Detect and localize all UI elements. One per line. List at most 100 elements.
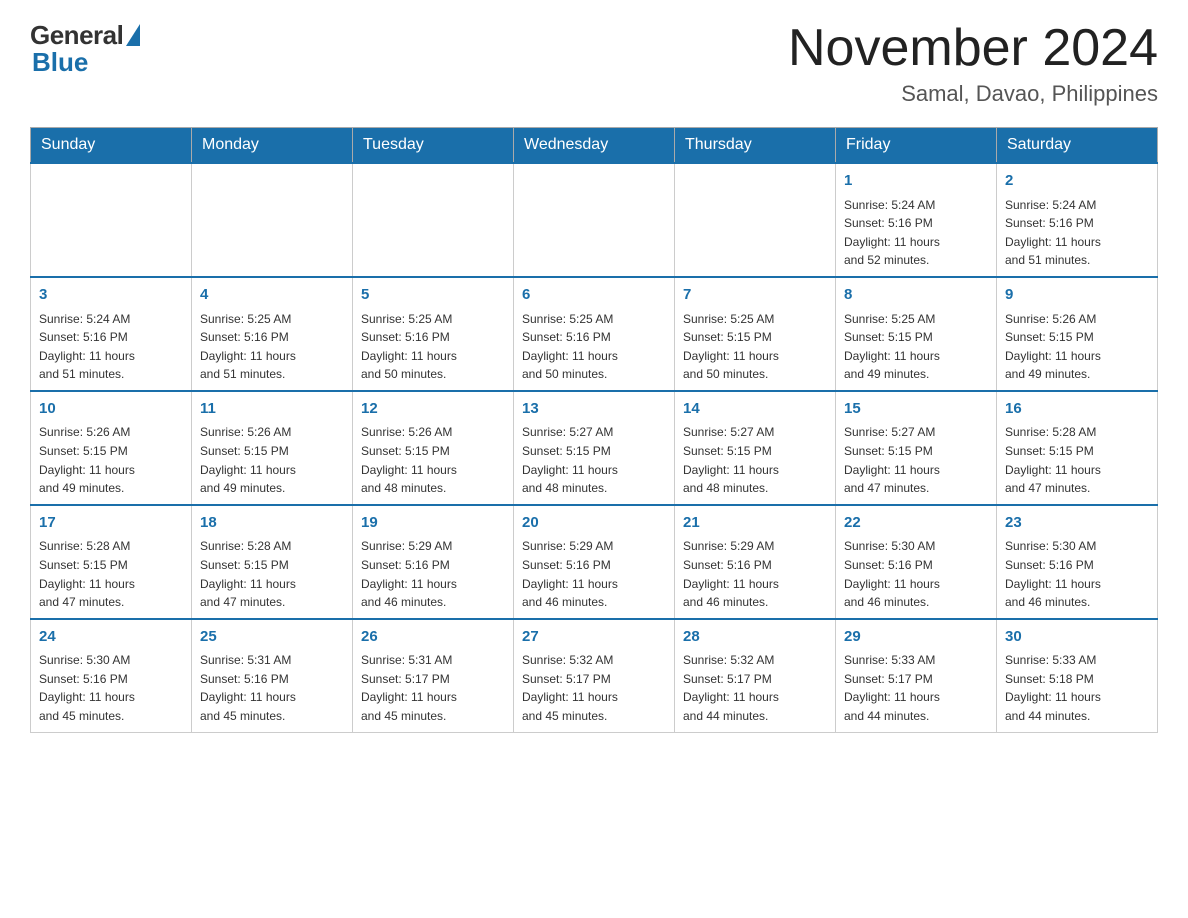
calendar-cell: 23Sunrise: 5:30 AMSunset: 5:16 PMDayligh… bbox=[997, 505, 1158, 619]
day-number: 27 bbox=[522, 626, 666, 649]
calendar-cell: 7Sunrise: 5:25 AMSunset: 5:15 PMDaylight… bbox=[675, 277, 836, 391]
day-sun-info: Sunrise: 5:28 AMSunset: 5:15 PMDaylight:… bbox=[200, 537, 344, 611]
day-sun-info: Sunrise: 5:27 AMSunset: 5:15 PMDaylight:… bbox=[522, 423, 666, 497]
calendar-cell: 26Sunrise: 5:31 AMSunset: 5:17 PMDayligh… bbox=[353, 619, 514, 732]
calendar-weekday-monday: Monday bbox=[192, 128, 353, 164]
day-number: 4 bbox=[200, 284, 344, 307]
calendar-cell bbox=[514, 163, 675, 277]
day-number: 24 bbox=[39, 626, 183, 649]
calendar-cell: 22Sunrise: 5:30 AMSunset: 5:16 PMDayligh… bbox=[836, 505, 997, 619]
day-sun-info: Sunrise: 5:26 AMSunset: 5:15 PMDaylight:… bbox=[361, 423, 505, 497]
day-sun-info: Sunrise: 5:30 AMSunset: 5:16 PMDaylight:… bbox=[1005, 537, 1149, 611]
day-sun-info: Sunrise: 5:31 AMSunset: 5:16 PMDaylight:… bbox=[200, 651, 344, 725]
calendar-header-row: SundayMondayTuesdayWednesdayThursdayFrid… bbox=[31, 128, 1158, 164]
calendar-cell: 17Sunrise: 5:28 AMSunset: 5:15 PMDayligh… bbox=[31, 505, 192, 619]
day-number: 25 bbox=[200, 626, 344, 649]
day-sun-info: Sunrise: 5:32 AMSunset: 5:17 PMDaylight:… bbox=[522, 651, 666, 725]
day-number: 10 bbox=[39, 398, 183, 421]
calendar-weekday-tuesday: Tuesday bbox=[353, 128, 514, 164]
calendar-cell: 13Sunrise: 5:27 AMSunset: 5:15 PMDayligh… bbox=[514, 391, 675, 505]
calendar-cell: 19Sunrise: 5:29 AMSunset: 5:16 PMDayligh… bbox=[353, 505, 514, 619]
day-number: 26 bbox=[361, 626, 505, 649]
day-number: 22 bbox=[844, 512, 988, 535]
calendar-cell: 10Sunrise: 5:26 AMSunset: 5:15 PMDayligh… bbox=[31, 391, 192, 505]
calendar-cell: 12Sunrise: 5:26 AMSunset: 5:15 PMDayligh… bbox=[353, 391, 514, 505]
day-sun-info: Sunrise: 5:32 AMSunset: 5:17 PMDaylight:… bbox=[683, 651, 827, 725]
day-number: 8 bbox=[844, 284, 988, 307]
calendar-cell: 29Sunrise: 5:33 AMSunset: 5:17 PMDayligh… bbox=[836, 619, 997, 732]
month-year-title: November 2024 bbox=[788, 20, 1158, 77]
day-sun-info: Sunrise: 5:25 AMSunset: 5:16 PMDaylight:… bbox=[200, 310, 344, 384]
logo-blue-text: Blue bbox=[32, 47, 88, 78]
day-number: 30 bbox=[1005, 626, 1149, 649]
logo: General Blue bbox=[30, 20, 140, 78]
calendar-cell: 27Sunrise: 5:32 AMSunset: 5:17 PMDayligh… bbox=[514, 619, 675, 732]
day-sun-info: Sunrise: 5:30 AMSunset: 5:16 PMDaylight:… bbox=[844, 537, 988, 611]
day-sun-info: Sunrise: 5:24 AMSunset: 5:16 PMDaylight:… bbox=[844, 196, 988, 270]
calendar-weekday-thursday: Thursday bbox=[675, 128, 836, 164]
calendar-cell: 16Sunrise: 5:28 AMSunset: 5:15 PMDayligh… bbox=[997, 391, 1158, 505]
title-section: November 2024 Samal, Davao, Philippines bbox=[788, 20, 1158, 107]
calendar-weekday-saturday: Saturday bbox=[997, 128, 1158, 164]
day-number: 28 bbox=[683, 626, 827, 649]
day-sun-info: Sunrise: 5:24 AMSunset: 5:16 PMDaylight:… bbox=[1005, 196, 1149, 270]
day-number: 3 bbox=[39, 284, 183, 307]
calendar-weekday-wednesday: Wednesday bbox=[514, 128, 675, 164]
calendar-weekday-sunday: Sunday bbox=[31, 128, 192, 164]
calendar-cell bbox=[353, 163, 514, 277]
calendar-cell: 18Sunrise: 5:28 AMSunset: 5:15 PMDayligh… bbox=[192, 505, 353, 619]
calendar-cell: 20Sunrise: 5:29 AMSunset: 5:16 PMDayligh… bbox=[514, 505, 675, 619]
day-number: 20 bbox=[522, 512, 666, 535]
day-number: 2 bbox=[1005, 170, 1149, 193]
calendar-cell: 14Sunrise: 5:27 AMSunset: 5:15 PMDayligh… bbox=[675, 391, 836, 505]
day-sun-info: Sunrise: 5:30 AMSunset: 5:16 PMDaylight:… bbox=[39, 651, 183, 725]
day-sun-info: Sunrise: 5:26 AMSunset: 5:15 PMDaylight:… bbox=[39, 423, 183, 497]
day-sun-info: Sunrise: 5:29 AMSunset: 5:16 PMDaylight:… bbox=[361, 537, 505, 611]
day-sun-info: Sunrise: 5:28 AMSunset: 5:15 PMDaylight:… bbox=[1005, 423, 1149, 497]
calendar-cell: 9 Sunrise: 5:26 AMSunset: 5:15 PMDaylight… bbox=[997, 277, 1158, 391]
day-number: 21 bbox=[683, 512, 827, 535]
day-number: 29 bbox=[844, 626, 988, 649]
day-sun-info: Sunrise: 5:33 AMSunset: 5:18 PMDaylight:… bbox=[1005, 651, 1149, 725]
day-number: 13 bbox=[522, 398, 666, 421]
calendar-cell: 5 Sunrise: 5:25 AMSunset: 5:16 PMDaylight… bbox=[353, 277, 514, 391]
calendar-week-4: 17 Sunrise: 5:28 AMSunset: 5:15 PMDayligh… bbox=[31, 505, 1158, 619]
calendar-cell: 30Sunrise: 5:33 AMSunset: 5:18 PMDayligh… bbox=[997, 619, 1158, 732]
calendar-cell: 2 Sunrise: 5:24 AMSunset: 5:16 PMDaylight… bbox=[997, 163, 1158, 277]
page-header: General Blue November 2024 Samal, Davao,… bbox=[30, 20, 1158, 107]
day-number: 5 bbox=[361, 284, 505, 307]
calendar-week-5: 24Sunrise: 5:30 AMSunset: 5:16 PMDayligh… bbox=[31, 619, 1158, 732]
calendar-cell: 24Sunrise: 5:30 AMSunset: 5:16 PMDayligh… bbox=[31, 619, 192, 732]
day-sun-info: Sunrise: 5:27 AMSunset: 5:15 PMDaylight:… bbox=[844, 423, 988, 497]
calendar-weekday-friday: Friday bbox=[836, 128, 997, 164]
day-number: 17 bbox=[39, 512, 183, 535]
calendar-cell bbox=[192, 163, 353, 277]
day-sun-info: Sunrise: 5:29 AMSunset: 5:16 PMDaylight:… bbox=[683, 537, 827, 611]
calendar-week-1: 1 Sunrise: 5:24 AMSunset: 5:16 PMDaylight… bbox=[31, 163, 1158, 277]
day-number: 1 bbox=[844, 170, 988, 193]
day-number: 19 bbox=[361, 512, 505, 535]
calendar-cell: 8 Sunrise: 5:25 AMSunset: 5:15 PMDaylight… bbox=[836, 277, 997, 391]
calendar-week-2: 3Sunrise: 5:24 AMSunset: 5:16 PMDaylight… bbox=[31, 277, 1158, 391]
calendar-cell: 25Sunrise: 5:31 AMSunset: 5:16 PMDayligh… bbox=[192, 619, 353, 732]
day-number: 16 bbox=[1005, 398, 1149, 421]
day-sun-info: Sunrise: 5:29 AMSunset: 5:16 PMDaylight:… bbox=[522, 537, 666, 611]
day-sun-info: Sunrise: 5:25 AMSunset: 5:16 PMDaylight:… bbox=[522, 310, 666, 384]
day-sun-info: Sunrise: 5:25 AMSunset: 5:15 PMDaylight:… bbox=[844, 310, 988, 384]
day-sun-info: Sunrise: 5:25 AMSunset: 5:16 PMDaylight:… bbox=[361, 310, 505, 384]
calendar-cell bbox=[31, 163, 192, 277]
day-sun-info: Sunrise: 5:26 AMSunset: 5:15 PMDaylight:… bbox=[1005, 310, 1149, 384]
day-number: 18 bbox=[200, 512, 344, 535]
calendar-cell: 21Sunrise: 5:29 AMSunset: 5:16 PMDayligh… bbox=[675, 505, 836, 619]
day-sun-info: Sunrise: 5:27 AMSunset: 5:15 PMDaylight:… bbox=[683, 423, 827, 497]
calendar-cell bbox=[675, 163, 836, 277]
day-sun-info: Sunrise: 5:31 AMSunset: 5:17 PMDaylight:… bbox=[361, 651, 505, 725]
day-number: 15 bbox=[844, 398, 988, 421]
calendar-week-3: 10Sunrise: 5:26 AMSunset: 5:15 PMDayligh… bbox=[31, 391, 1158, 505]
day-number: 9 bbox=[1005, 284, 1149, 307]
location-label: Samal, Davao, Philippines bbox=[788, 81, 1158, 107]
calendar-cell: 1 Sunrise: 5:24 AMSunset: 5:16 PMDaylight… bbox=[836, 163, 997, 277]
logo-triangle-icon bbox=[126, 24, 140, 46]
calendar-table: SundayMondayTuesdayWednesdayThursdayFrid… bbox=[30, 127, 1158, 732]
day-number: 7 bbox=[683, 284, 827, 307]
